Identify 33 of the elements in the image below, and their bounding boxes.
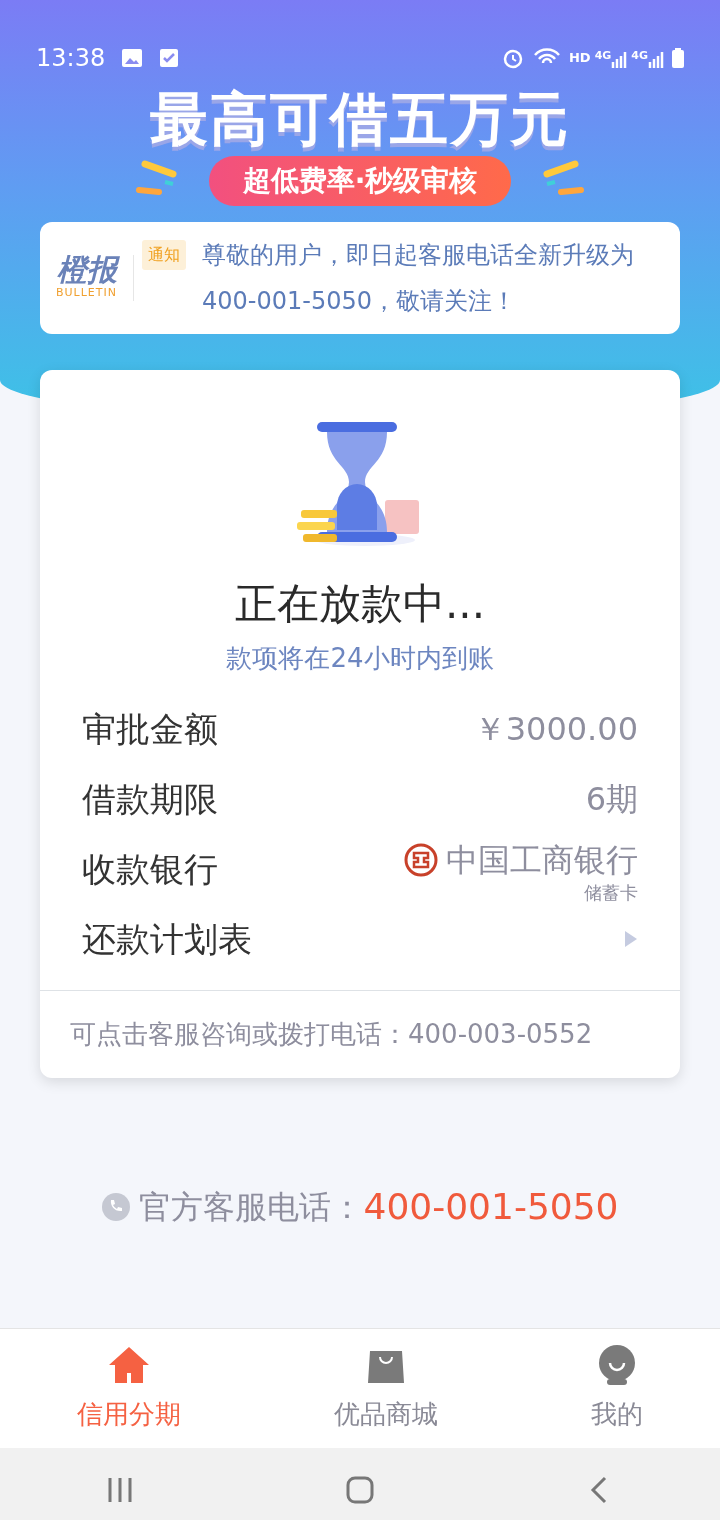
- contact-note[interactable]: 可点击客服咨询或拨打电话：400-003-0552: [64, 1019, 593, 1049]
- battery-icon: [672, 48, 684, 68]
- nav-tab[interactable]: 我的: [514, 1329, 720, 1448]
- notice-tag: 通知: [142, 239, 186, 270]
- network-type-label: 4G: [594, 48, 612, 64]
- hotline-label: 官方客服电话：: [139, 1187, 364, 1228]
- row-label: 借款期限: [82, 777, 218, 821]
- nav-tab[interactable]: 优品商城: [257, 1329, 515, 1448]
- row-value: ￥3000.00: [473, 709, 638, 750]
- chevron-right-icon: [624, 930, 638, 948]
- bulletin-logo-subtext: BULLETIN: [56, 285, 117, 301]
- nav-tab[interactable]: 信用分期: [0, 1329, 258, 1448]
- image-icon: [121, 48, 144, 68]
- card-type: 储蓄卡: [584, 884, 638, 902]
- row-value: 6期: [585, 779, 638, 820]
- tagline-pill: 超低费率·秒级审核: [208, 155, 512, 206]
- hotline-number[interactable]: 400-001-5050: [363, 1180, 619, 1234]
- bulletin-message: 尊敬的用户，即日起客服电话全新升级为400-001-5050，敬请关注！: [202, 239, 635, 317]
- hd-label: HD: [568, 49, 591, 68]
- phone-icon: [101, 1192, 132, 1222]
- row-value: 中国工商银行: [446, 840, 638, 881]
- row-label: 审批金额: [82, 707, 218, 751]
- bulletin-card[interactable]: 橙报 BULLETIN 通知 尊敬的用户，即日起客服电话全新升级为400-001-5050，敬请关注！: [40, 221, 680, 334]
- status-time: 13:38: [36, 43, 106, 74]
- home-button-icon[interactable]: [345, 1475, 375, 1505]
- row-label: 还款计划表: [82, 917, 252, 961]
- network-type-label: 4G: [631, 48, 648, 64]
- status-subtitle: 款项将在24小时内到账: [226, 642, 494, 675]
- row-label: 收款银行: [82, 847, 218, 891]
- status-title: 正在放款中...: [234, 578, 486, 630]
- checkbox-icon: [159, 48, 180, 68]
- banner-headline: 最高可借五万元: [150, 88, 570, 152]
- bank-logo-icon: [404, 843, 438, 877]
